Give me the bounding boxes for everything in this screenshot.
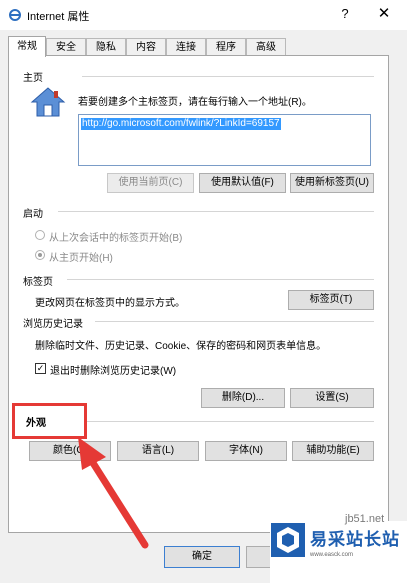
delete-history-button[interactable]: 删除(D)...	[201, 388, 285, 408]
home-url-value: http://go.microsoft.com/fwlink/?LinkId=6…	[81, 118, 281, 130]
watermark-site-name: 易采站长站	[310, 530, 400, 549]
home-url-textarea[interactable]: http://go.microsoft.com/fwlink/?LinkId=6…	[78, 114, 371, 166]
history-settings-button[interactable]: 设置(S)	[290, 388, 374, 408]
radio-home-page-label: 从主页开始(H)	[49, 253, 113, 264]
annotation-highlight-box	[12, 403, 87, 439]
delete-on-exit-label: 退出时删除浏览历史记录(W)	[50, 366, 177, 377]
delete-on-exit-checkbox[interactable]: ✓	[35, 363, 46, 374]
history-divider	[95, 321, 374, 322]
accessibility-button[interactable]: 辅助功能(E)	[292, 441, 374, 461]
tab-connections[interactable]: 连接	[166, 38, 206, 55]
home-divider	[82, 76, 374, 77]
tabs-divider	[67, 279, 374, 280]
appearance-divider	[87, 421, 374, 422]
history-description: 删除临时文件、历史记录、Cookie、保存的密码和网页表单信息。	[35, 341, 327, 352]
fonts-button[interactable]: 字体(N)	[205, 441, 287, 461]
tabs-heading: 标签页	[23, 277, 53, 288]
radio-last-session[interactable]	[35, 230, 45, 240]
title-bar: Internet 属性 ? ✕	[0, 0, 407, 30]
tab-content[interactable]: 内容	[126, 38, 166, 55]
help-button[interactable]: ?	[335, 4, 355, 24]
radio-home-page[interactable]	[35, 250, 45, 260]
close-button[interactable]: ✕	[372, 4, 396, 24]
home-heading: 主页	[23, 73, 43, 84]
tab-general[interactable]: 常规	[8, 36, 46, 57]
tab-privacy[interactable]: 隐私	[86, 38, 126, 55]
tab-advanced[interactable]: 高级	[246, 38, 286, 55]
tabs-description: 更改网页在标签页中的显示方式。	[35, 298, 185, 309]
internet-options-window: Internet 属性 ? ✕ 常规 安全 隐私 内容 连接 程序 高级 主页 …	[0, 0, 407, 583]
watermark-url: www.easck.com	[310, 552, 354, 558]
tab-programs[interactable]: 程序	[206, 38, 246, 55]
startup-divider	[58, 211, 374, 212]
ok-button[interactable]: 确定	[164, 546, 240, 568]
history-heading: 浏览历史记录	[23, 319, 83, 330]
window-title: Internet 属性	[27, 11, 90, 23]
home-icon	[30, 87, 66, 117]
radio-last-session-label: 从上次会话中的标签页开始(B)	[49, 233, 183, 244]
use-current-button[interactable]: 使用当前页(C)	[107, 173, 194, 193]
colors-button[interactable]: 颜色(C)	[29, 441, 111, 461]
languages-button[interactable]: 语言(L)	[117, 441, 199, 461]
radio-selected-dot	[38, 253, 42, 257]
watermark-logo-icon	[271, 523, 305, 557]
tab-security[interactable]: 安全	[46, 38, 86, 55]
tabs-settings-button[interactable]: 标签页(T)	[288, 290, 374, 310]
internet-explorer-icon	[9, 9, 21, 21]
startup-heading: 启动	[23, 209, 43, 220]
use-new-tab-button[interactable]: 使用新标签页(U)	[290, 173, 374, 193]
home-description: 若要创建多个主标签页，请在每行输入一个地址(R)。	[78, 97, 312, 108]
use-default-button[interactable]: 使用默认值(F)	[199, 173, 286, 193]
watermark-url-top: jb51.net	[345, 513, 385, 525]
